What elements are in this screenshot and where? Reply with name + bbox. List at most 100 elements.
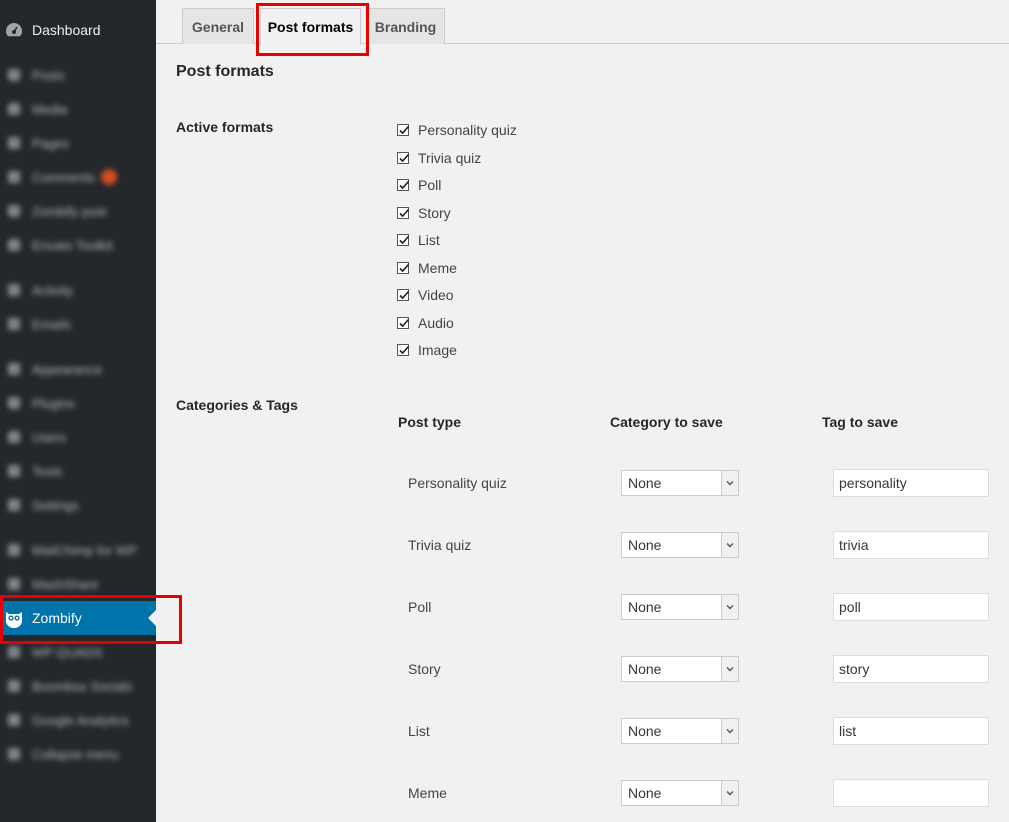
sidebar-item-label: Media [32, 101, 68, 117]
collapse-icon [4, 744, 24, 764]
category-select-value: None [628, 723, 662, 739]
share-icon [4, 574, 24, 594]
format-checkbox[interactable] [397, 289, 410, 301]
sidebar-item[interactable]: WP QUADS [0, 635, 156, 669]
format-label: Personality quiz [418, 122, 517, 138]
brush-icon [4, 359, 24, 379]
sidebar-item[interactable]: Zombify post [0, 194, 156, 228]
category-select[interactable]: None [621, 780, 739, 806]
format-checkbox[interactable] [397, 206, 410, 219]
sidebar-item[interactable]: Media [0, 92, 156, 126]
activity-icon [4, 280, 24, 300]
sidebar-item-label: Zombify post [32, 203, 107, 219]
sidebar-item[interactable]: MashShare [0, 567, 156, 601]
post-type-label: Poll [408, 599, 432, 615]
format-label: Poll [418, 177, 442, 193]
format-label: Meme [418, 259, 457, 276]
sidebar-item[interactable]: Emails [0, 307, 156, 341]
format-checkbox[interactable] [397, 124, 410, 136]
category-select-value: None [628, 475, 662, 491]
format-option: Video [397, 285, 454, 305]
format-checkbox[interactable] [397, 151, 410, 164]
sidebar-item-label: Tools [32, 463, 63, 479]
users-icon [4, 427, 24, 447]
sidebar-item[interactable]: Envato Toolkit [0, 228, 156, 262]
category-select[interactable]: None [621, 718, 739, 744]
sidebar-item-label: Collapse menu [32, 746, 119, 762]
sidebar-item[interactable]: Collapse menu [0, 737, 156, 771]
format-label: Story [418, 204, 451, 221]
post-type-label: Meme [408, 785, 447, 801]
sidebar-item-label: Comments [32, 169, 95, 185]
category-select[interactable]: None [621, 656, 739, 682]
sidebar-item-label: Users [32, 429, 66, 445]
post-type-label: Trivia quiz [408, 537, 472, 553]
sidebar-item-label: Appearance [32, 361, 103, 377]
category-select[interactable]: None [621, 470, 739, 496]
tag-input[interactable]: personality [833, 469, 989, 497]
format-option: Story [397, 203, 451, 223]
post-type-label: Story [408, 661, 441, 677]
format-checkbox[interactable] [397, 261, 410, 274]
sidebar-item[interactable]: Settings [0, 488, 156, 522]
format-checkbox[interactable] [397, 316, 410, 329]
chevron-down-icon [721, 471, 738, 495]
sidebar-item[interactable]: Google Analytics [0, 703, 156, 737]
sidebar-item-zombify[interactable]: Zombify [0, 601, 156, 635]
post-type-label: Personality quiz [408, 475, 507, 491]
sidebar-item[interactable]: Posts [0, 58, 156, 92]
sidebar-item[interactable]: MailChimp for WP [0, 533, 156, 567]
tab-post-formats[interactable]: Post formats [260, 8, 361, 45]
sidebar-item-label: Posts [32, 67, 65, 83]
category-select[interactable]: None [621, 594, 739, 620]
post-type-label: List [408, 723, 430, 739]
sidebar-item-label: Settings [32, 497, 79, 513]
sidebar-item-label: WP QUADS [32, 644, 103, 660]
tag-input[interactable] [833, 779, 989, 807]
category-select[interactable]: None [621, 532, 739, 558]
sidebar-item[interactable]: Pages [0, 126, 156, 160]
sidebar-item[interactable]: Users [0, 420, 156, 454]
chevron-down-icon [721, 781, 738, 805]
page-title: Post formats [176, 63, 274, 80]
format-checkbox[interactable] [397, 179, 410, 191]
tab-general[interactable]: General [182, 8, 254, 44]
format-option: Personality quiz [397, 120, 517, 140]
toolkit-icon [4, 235, 24, 255]
sidebar-item[interactable]: Appearance [0, 352, 156, 386]
format-label: Trivia quiz [418, 149, 482, 166]
tag-input[interactable]: trivia [833, 531, 989, 559]
tag-input[interactable]: list [833, 717, 989, 745]
sidebar-item[interactable]: Activity [0, 273, 156, 307]
active-formats-label: Active formats [176, 119, 274, 135]
sidebar-item[interactable]: Tools [0, 454, 156, 488]
format-checkbox[interactable] [397, 344, 410, 356]
tag-input[interactable]: poll [833, 593, 989, 621]
page-icon [4, 133, 24, 153]
sidebar-item[interactable]: Plugins [0, 386, 156, 420]
sidebar-item[interactable]: Boombox Socials [0, 669, 156, 703]
column-header-tag: Tag to save [822, 414, 898, 430]
format-option: Audio [397, 313, 454, 333]
tab-branding[interactable]: Branding [366, 8, 445, 44]
column-header-category: Category to save [610, 414, 723, 430]
sidebar-item-label: MashShare [32, 576, 99, 592]
format-checkbox[interactable] [397, 234, 410, 246]
format-option: List [397, 230, 440, 250]
categories-tags-label: Categories & Tags [176, 397, 298, 413]
sidebar-item[interactable]: Comments [0, 160, 156, 194]
settings-icon [4, 495, 24, 515]
format-label: Audio [418, 314, 454, 331]
comment-count-badge [100, 169, 117, 185]
dashboard-icon [4, 20, 24, 40]
chart-icon [4, 710, 24, 730]
tag-input[interactable]: story [833, 655, 989, 683]
format-option: Poll [397, 175, 441, 195]
pin-icon [4, 201, 24, 221]
sidebar-item-dashboard[interactable]: Dashboard [0, 13, 156, 47]
chevron-down-icon [721, 719, 738, 743]
sidebar-item-label: Dashboard [32, 22, 101, 38]
sidebar-item-label: Envato Toolkit [32, 237, 113, 253]
sidebar-item-label: Activity [32, 282, 74, 298]
sidebar-item-label: MailChimp for WP [32, 542, 137, 558]
